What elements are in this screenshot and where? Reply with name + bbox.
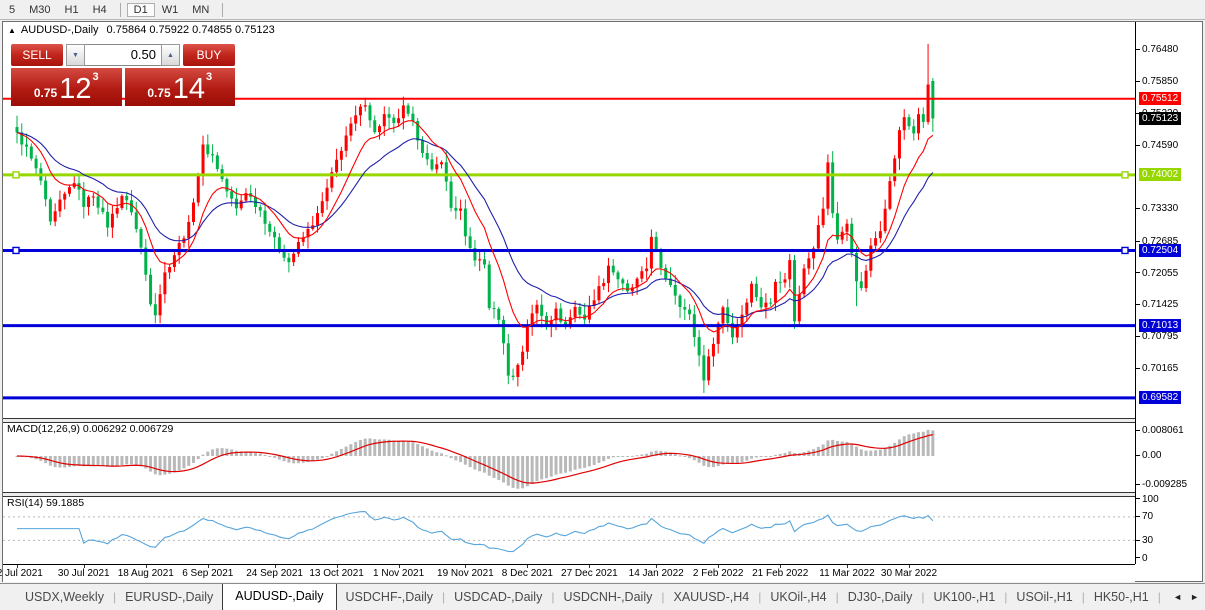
date-label: 1 Nov 2021 (373, 568, 424, 579)
rsi-tick-label: 70 (1136, 510, 1153, 523)
symbol-tab-eurusd-daily[interactable]: EURUSD-,Daily (116, 587, 222, 607)
date-label: 14 Jan 2022 (629, 568, 684, 579)
volume-input[interactable]: 0.50 (85, 44, 161, 66)
date-label: 11 Mar 2022 (819, 568, 874, 579)
symbol-tab-uk100-h1[interactable]: UK100-,H1 (924, 587, 1004, 607)
date-label: 8 Dec 2021 (502, 568, 553, 579)
volume-stepper: ▼ 0.50 ▲ (66, 44, 180, 66)
volume-decrease-button[interactable]: ▼ (66, 44, 85, 66)
level-handle[interactable] (13, 172, 19, 178)
date-axis: 12 Jul 2021 30 Jul 2021 18 Aug 2021 6 Sep 2… (3, 564, 1135, 582)
symbol-tab-ukoil-h4[interactable]: UKOil-,H4 (761, 587, 835, 607)
timeframe-mn[interactable]: MN (185, 3, 216, 17)
symbol-tab-hk50-h1[interactable]: HK50-,H1 (1085, 587, 1158, 607)
date-label: 30 Jul 2021 (58, 568, 110, 579)
timeframe-w1[interactable]: W1 (155, 3, 186, 17)
sell-price-prefix: 0.75 (34, 84, 57, 103)
rsi-tick-label: 30 (1136, 534, 1153, 547)
macd-tick-label: 0.008061 (1136, 424, 1184, 437)
tab-scroll-right-icon[interactable]: ► (1190, 592, 1199, 602)
price-tick-label: 0.73330 (1136, 202, 1178, 215)
date-label: 6 Sep 2021 (182, 568, 233, 579)
level-price-chip: 0.69582 (1139, 391, 1181, 404)
timeframe-h1[interactable]: H1 (58, 3, 86, 17)
toolbar-separator (120, 3, 121, 17)
price-axis: 0.764800.758500.752200.745900.733300.726… (1136, 22, 1202, 581)
date-label: 12 Jul 2021 (0, 568, 43, 579)
date-label: 18 Aug 2021 (118, 568, 174, 579)
sell-button[interactable]: SELL (11, 44, 63, 66)
collapse-triangle-icon[interactable]: ▲ (8, 26, 16, 35)
rsi-tick-label: 100 (1136, 493, 1159, 506)
price-tick-label: 0.71425 (1136, 298, 1178, 311)
macd-histogram (16, 430, 935, 489)
date-label: 27 Dec 2021 (561, 568, 618, 579)
horizontal-level-lines (3, 99, 1135, 398)
chart-title: ▲ AUDUSD-,Daily 0.75864 0.75922 0.74855 0.… (8, 24, 275, 36)
level-price-chip: 0.72504 (1139, 244, 1181, 257)
level-price-chip: 0.71013 (1139, 319, 1181, 332)
price-tick-label: 0.75850 (1136, 75, 1178, 88)
symbol-tab-audusd-daily[interactable]: AUDUSD-,Daily (222, 583, 336, 610)
tab-scroll-buttons: ◄ ► (1163, 584, 1205, 610)
arrow-up-icon: ▲ (167, 52, 174, 59)
rsi-panel[interactable] (3, 495, 1135, 564)
chart-window: ▲ AUDUSD-,Daily 0.75864 0.75922 0.74855 0.… (2, 21, 1203, 582)
level-handle[interactable] (13, 247, 19, 253)
one-click-trade-panel: SELL ▼ 0.50 ▲ BUY 0.75 12 3 0.75 14 3 (11, 44, 235, 106)
level-price-chip: 0.75512 (1139, 92, 1181, 105)
date-label: 2 Feb 2022 (693, 568, 744, 579)
sell-price-big: 12 (59, 76, 91, 103)
symbol-tab-usdcad-daily[interactable]: USDCAD-,Daily (445, 587, 551, 607)
macd-tick-label: 0.00 (1136, 449, 1161, 462)
symbol-tab-dj30-daily[interactable]: DJ30-,Daily (839, 587, 922, 607)
chart-ohlc-values: 0.75864 0.75922 0.74855 0.75123 (107, 24, 275, 36)
symbol-tab-usdx-weekly[interactable]: USDX,Weekly (16, 587, 113, 607)
buy-button[interactable]: BUY (183, 44, 235, 66)
buy-price-display[interactable]: 0.75 14 3 (125, 68, 236, 106)
sell-price-display[interactable]: 0.75 12 3 (11, 68, 122, 106)
level-handle[interactable] (1122, 172, 1128, 178)
level-handle[interactable] (1122, 247, 1128, 253)
symbol-tab-usdcnh-daily[interactable]: USDCNH-,Daily (554, 587, 661, 607)
date-label: 19 Nov 2021 (437, 568, 494, 579)
sell-price-sup: 3 (93, 71, 99, 83)
date-label: 13 Oct 2021 (309, 568, 363, 579)
date-label: 24 Sep 2021 (246, 568, 303, 579)
volume-increase-button[interactable]: ▲ (161, 44, 180, 66)
timeframe-d1[interactable]: D1 (127, 3, 155, 17)
date-label: 21 Feb 2022 (752, 568, 808, 579)
price-tick-label: 0.76480 (1136, 43, 1178, 56)
tab-scroll-left-icon[interactable]: ◄ (1173, 592, 1182, 602)
symbol-tab-bar: USDX,Weekly|EURUSD-,DailyAUDUSD-,DailyUS… (0, 583, 1205, 610)
symbol-tab-xauusd-h4[interactable]: XAUUSD-,H4 (664, 587, 758, 607)
price-tick-label: 0.70165 (1136, 362, 1178, 375)
rsi-line (17, 512, 933, 552)
macd-indicator-label: MACD(12,26,9) 0.006292 0.006729 (7, 423, 173, 435)
trading-platform-screen: 5M30H1H4 D1W1MN ▲ AUDUSD-,Daily 0.75864 0.7… (0, 0, 1205, 610)
timeframe-m30[interactable]: M30 (22, 3, 57, 17)
timeframe-5[interactable]: 5 (2, 3, 22, 17)
date-label: 30 Mar 2022 (881, 568, 937, 579)
timeframe-h4[interactable]: H4 (86, 3, 114, 17)
symbol-tab-usdchf-daily[interactable]: USDCHF-,Daily (337, 587, 443, 607)
price-tick-label: 0.72055 (1136, 267, 1178, 280)
rsi-tick-label: 0 (1136, 552, 1148, 565)
level-price-chip: 0.74002 (1139, 168, 1181, 181)
arrow-down-icon: ▼ (72, 52, 79, 59)
price-tick-label: 0.74590 (1136, 139, 1178, 152)
symbol-tab-usoil-h1[interactable]: USOil-,H1 (1007, 587, 1081, 607)
current-price-chip: 0.75123 (1139, 112, 1181, 125)
chart-symbol-label: AUDUSD-,Daily (21, 24, 99, 36)
timeframe-toolbar: 5M30H1H4 D1W1MN (0, 0, 1205, 20)
buy-price-prefix: 0.75 (147, 84, 170, 103)
toolbar-separator (222, 3, 223, 17)
macd-tick-label: -0.009285 (1136, 478, 1187, 491)
buy-price-sup: 3 (206, 71, 212, 83)
buy-price-big: 14 (173, 76, 205, 103)
rsi-indicator-label: RSI(14) 59.1885 (7, 497, 84, 509)
